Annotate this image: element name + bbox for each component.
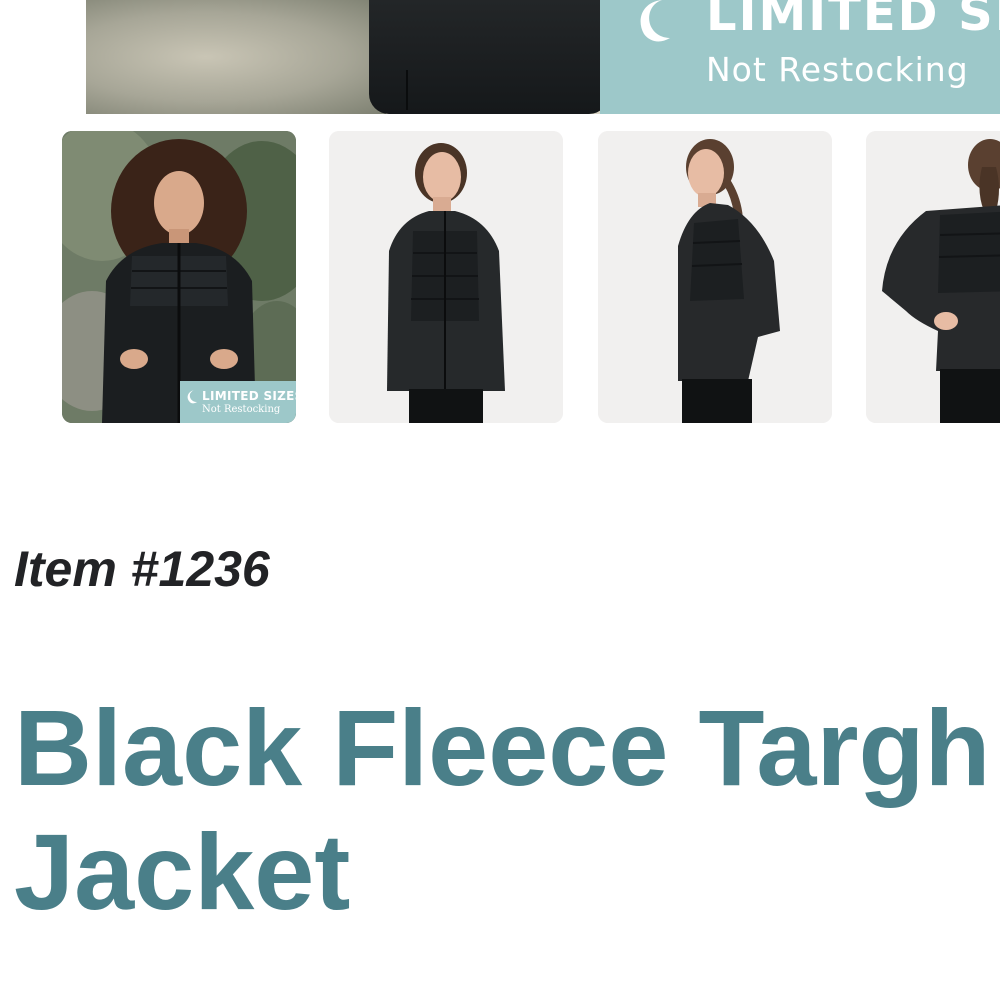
item-number: Item #1236: [14, 541, 270, 597]
badge-subtitle: Not Restocking: [202, 404, 281, 415]
product-thumbnail-3[interactable]: [598, 131, 832, 423]
thumbnail-photo-front: [329, 131, 563, 423]
crescent-moon-icon: [640, 0, 670, 42]
product-title-line-2: Jacket: [14, 811, 351, 932]
banner-title: LIMITED SIZES: [706, 0, 1000, 42]
product-thumbnail-2[interactable]: [329, 131, 563, 423]
thumbnail-photo-outdoor: [62, 131, 296, 423]
limited-sizes-banner: LIMITED SIZES Not Restocking: [600, 0, 1000, 114]
thumbnail-photo-back: [866, 131, 1000, 423]
product-page: LIMITED SIZES Not Restocking: [0, 0, 1000, 1000]
hero-image[interactable]: LIMITED SIZES Not Restocking: [86, 0, 1000, 114]
product-thumbnail-1[interactable]: LIMITED SIZES Not Restocking: [62, 131, 296, 423]
badge-title: LIMITED SIZES: [202, 389, 296, 403]
product-thumbnail-4[interactable]: [866, 131, 1000, 423]
crescent-moon-icon: [187, 390, 197, 404]
hero-jacket: [369, 0, 609, 114]
hero-pocket-seam: [406, 70, 408, 110]
product-title: Black Fleece Targh Jacket: [14, 686, 1000, 934]
product-title-line-1: Black Fleece Targh: [14, 687, 991, 808]
thumbnail-photo-side: [598, 131, 832, 423]
limited-sizes-badge: LIMITED SIZES Not Restocking: [180, 381, 296, 423]
banner-subtitle: Not Restocking: [706, 50, 969, 89]
hero-background: [86, 0, 386, 114]
